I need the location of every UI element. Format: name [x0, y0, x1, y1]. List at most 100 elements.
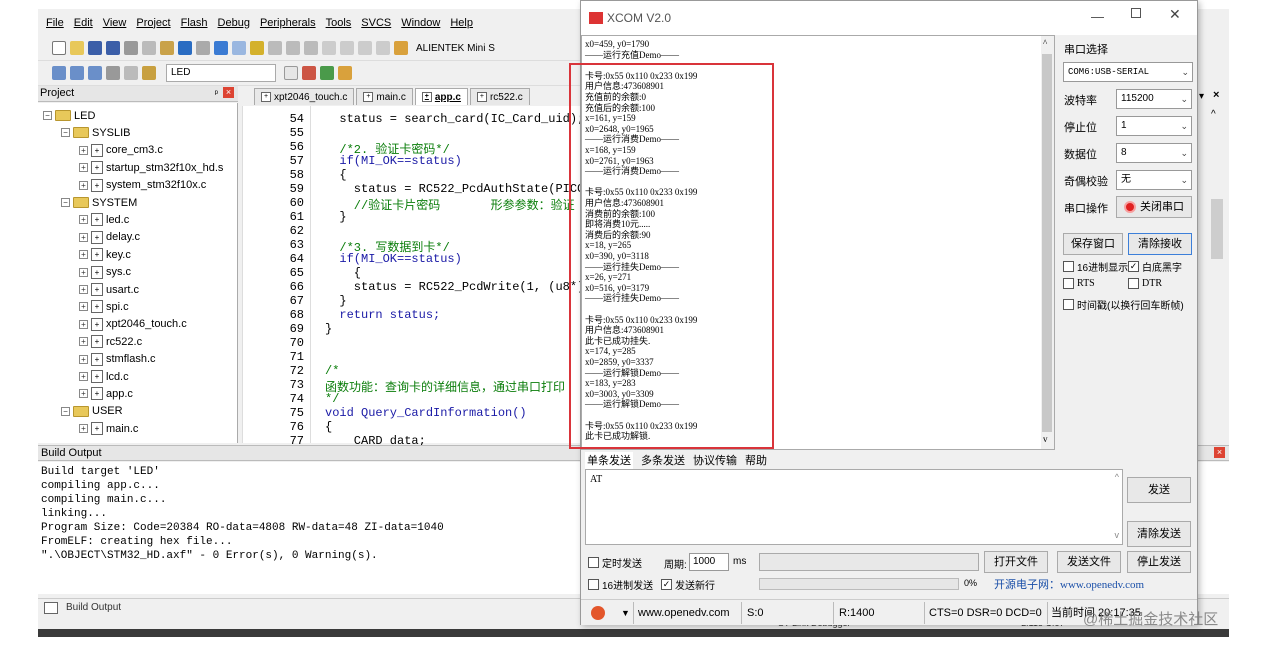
target-options-icon[interactable] [284, 66, 298, 80]
site-link[interactable]: 开源电子网：www.openedv.com [994, 576, 1144, 592]
receive-scroll-thumb[interactable] [1042, 54, 1052, 432]
send-newline-checkbox[interactable]: ✓ 发送新行 [661, 577, 715, 592]
packs-icon[interactable] [320, 66, 334, 80]
save-all-icon[interactable] [106, 41, 120, 55]
tree-item[interactable]: + + main.c [79, 420, 138, 437]
open-file-button[interactable]: 打开文件 [984, 551, 1048, 573]
rts-checkbox[interactable]: RTS [1063, 278, 1095, 289]
stop-build-icon[interactable] [124, 66, 138, 80]
clear-send-button[interactable]: 清除发送 [1127, 521, 1191, 547]
send-tab[interactable]: 多条发送 [641, 452, 685, 469]
bookmark-clear-icon[interactable] [304, 41, 318, 55]
menu-item-view[interactable]: View [103, 17, 127, 29]
expand-toggle-icon[interactable]: + [79, 424, 88, 434]
save-icon[interactable] [88, 41, 102, 55]
expand-toggle-icon[interactable]: − [61, 128, 70, 138]
dropdown-arrow-icon[interactable]: ▾ [1199, 91, 1204, 102]
close-window-icon[interactable]: ✕ [1169, 6, 1181, 23]
send-scroll-down-icon[interactable]: v [1115, 530, 1120, 540]
editor-tab[interactable]: + app.c [414, 88, 468, 105]
expand-toggle-icon[interactable]: + [79, 180, 88, 190]
expand-toggle-icon[interactable]: + [79, 337, 88, 347]
expand-toggle-icon[interactable]: + [79, 215, 88, 225]
comment-icon[interactable] [358, 41, 372, 55]
dtr-checkbox[interactable]: DTR [1128, 278, 1162, 289]
pin-icon[interactable]: ᵖ [215, 86, 218, 101]
editor-tab[interactable]: + main.c [356, 88, 413, 105]
cut-icon[interactable] [124, 41, 138, 55]
stopbit-select[interactable]: 1 ⌄ [1116, 116, 1192, 136]
expand-toggle-icon[interactable]: + [79, 232, 88, 242]
close-panel-icon[interactable]: × [223, 87, 234, 98]
period-input[interactable]: 1000 [689, 553, 729, 571]
target-select[interactable]: LED [166, 64, 276, 82]
baud-select[interactable]: 115200 ⌄ [1116, 89, 1192, 109]
new-file-icon[interactable] [52, 41, 66, 55]
stop-send-button[interactable]: 停止发送 [1127, 551, 1191, 573]
tree-item[interactable]: − LED [43, 107, 95, 124]
rebuild-icon[interactable] [88, 66, 102, 80]
tree-item[interactable]: + + usart.c [79, 281, 139, 298]
menu-item-flash[interactable]: Flash [181, 17, 208, 29]
translate-icon[interactable] [52, 66, 66, 80]
menu-item-file[interactable]: File [46, 17, 64, 29]
menu-item-debug[interactable]: Debug [218, 17, 250, 29]
tree-item[interactable]: + + system_stm32f10x.c [79, 177, 206, 194]
indent-icon[interactable] [322, 41, 336, 55]
send-file-button[interactable]: 发送文件 [1057, 551, 1121, 573]
tree-item[interactable]: + + app.c [79, 385, 133, 402]
tree-item[interactable]: + + rc522.c [79, 333, 142, 350]
send-tab[interactable]: 单条发送 [585, 452, 633, 469]
scroll-up-arrow-icon[interactable]: ^ [1043, 38, 1047, 48]
menu-item-edit[interactable]: Edit [74, 17, 93, 29]
scroll-down-arrow-icon[interactable]: v [1043, 434, 1048, 444]
copy-icon[interactable] [142, 41, 156, 55]
find-in-files-icon[interactable] [394, 41, 408, 55]
bookmark-icon[interactable] [250, 41, 264, 55]
send-input[interactable]: AT ^ v [585, 469, 1123, 545]
editor-tab[interactable]: + rc522.c [469, 88, 530, 105]
expand-toggle-icon[interactable]: − [43, 111, 52, 120]
outdent-icon[interactable] [340, 41, 354, 55]
tree-item[interactable]: + + sys.c [79, 264, 131, 281]
tree-item[interactable]: + + spi.c [79, 298, 129, 315]
close-port-button[interactable]: 关闭串口 [1116, 196, 1192, 218]
open-folder-icon[interactable] [70, 41, 84, 55]
select-packs-icon[interactable] [338, 66, 352, 80]
expand-toggle-icon[interactable]: + [79, 285, 88, 294]
menu-item-peripherals[interactable]: Peripherals [260, 17, 316, 29]
parity-select[interactable]: 无 ⌄ [1116, 170, 1192, 190]
port-select[interactable]: COM6:USB-SERIAL ⌄ [1063, 62, 1193, 82]
build-output-tab[interactable]: Build Output [66, 602, 121, 613]
tree-item[interactable]: − SYSLIB [61, 124, 131, 141]
send-tab[interactable]: 帮助 [745, 452, 767, 469]
expand-toggle-icon[interactable]: + [79, 250, 88, 260]
nav-back-icon[interactable] [214, 41, 228, 55]
receive-scrollbar[interactable]: ^ v [1041, 36, 1054, 449]
tree-item[interactable]: + + key.c [79, 246, 131, 263]
expand-toggle-icon[interactable]: − [61, 406, 70, 416]
build-icon[interactable] [70, 66, 84, 80]
uncomment-icon[interactable] [376, 41, 390, 55]
expand-toggle-icon[interactable]: + [79, 302, 88, 312]
expand-toggle-icon[interactable]: + [79, 372, 88, 381]
tree-item[interactable]: + + stmflash.c [79, 351, 156, 368]
menu-item-help[interactable]: Help [450, 17, 473, 29]
download-icon[interactable] [142, 66, 156, 80]
clear-receive-button[interactable]: 清除接收 [1128, 233, 1192, 255]
white-bg-checkbox[interactable]: ✓ 白底黑字 [1128, 259, 1182, 274]
databit-select[interactable]: 8 ⌄ [1116, 143, 1192, 163]
close-editor-icon[interactable]: × [1213, 89, 1219, 101]
tree-item[interactable]: + + startup_stm32f10x_hd.s [79, 159, 223, 176]
close-build-icon[interactable]: × [1214, 447, 1225, 458]
send-button[interactable]: 发送 [1127, 477, 1191, 503]
menu-item-tools[interactable]: Tools [326, 17, 352, 29]
timed-send-checkbox[interactable]: 定时发送 [588, 555, 642, 570]
code-editor[interactable]: 54 55 56 57 58 59 60 61 62 63 64 65 66 67 68 69 70 71 72 73… [242, 106, 606, 448]
hex-send-checkbox[interactable]: 16进制发送 [588, 577, 653, 592]
tree-item[interactable]: + + led.c [79, 211, 129, 228]
hex-display-checkbox[interactable]: 16进制显示 [1063, 259, 1128, 274]
tree-item[interactable]: + + lcd.c [79, 368, 129, 385]
undo-icon[interactable] [178, 41, 192, 55]
scroll-up-icon[interactable]: ^ [1211, 109, 1216, 120]
